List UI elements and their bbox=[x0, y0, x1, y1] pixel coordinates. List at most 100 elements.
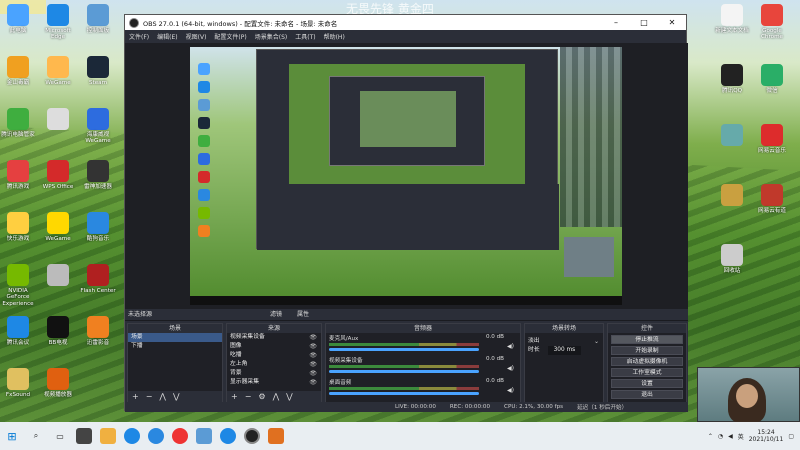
explorer-icon[interactable] bbox=[196, 428, 212, 444]
filters-button[interactable]: 滤镜 bbox=[270, 309, 282, 321]
source-item[interactable]: 图像 👁 bbox=[227, 342, 321, 351]
desktop-icon[interactable]: 视频播放器 bbox=[40, 368, 76, 398]
network-icon[interactable]: ◔ bbox=[718, 433, 723, 440]
browser-icon[interactable] bbox=[220, 428, 236, 444]
properties-button[interactable]: 属性 bbox=[297, 309, 309, 321]
source-item[interactable]: 视频采集设备 👁 bbox=[227, 333, 321, 342]
speaker-icon[interactable]: ◀) bbox=[507, 365, 514, 372]
obs-taskbar-icon[interactable] bbox=[244, 428, 260, 444]
music-icon[interactable] bbox=[172, 428, 188, 444]
desktop-icon[interactable]: 腾讯电脑管家 bbox=[0, 108, 36, 138]
menu-item[interactable]: 文件(F) bbox=[129, 32, 149, 41]
desktop-icon[interactable] bbox=[714, 124, 750, 148]
speaker-icon[interactable]: ◀) bbox=[507, 343, 514, 350]
menu-item[interactable]: 场景集合(S) bbox=[255, 32, 288, 41]
desktop-icon[interactable]: BB电视 bbox=[40, 316, 76, 346]
source-item[interactable]: 左上角 👁 bbox=[227, 360, 321, 369]
eye-icon[interactable]: 👁 bbox=[309, 351, 317, 360]
desktop-icon[interactable]: NVIDIA GeForce Experience bbox=[0, 264, 36, 307]
desktop-icon[interactable]: WeGame bbox=[40, 212, 76, 242]
desktop-icon[interactable]: 腾讯会议 bbox=[0, 316, 36, 346]
desktop-icon[interactable]: FxSound bbox=[0, 368, 36, 398]
volume-icon[interactable]: ◀ bbox=[728, 433, 733, 440]
eye-icon[interactable]: 👁 bbox=[309, 342, 317, 351]
desktop-icon[interactable]: 金山毒霸 bbox=[0, 56, 36, 86]
app-icon[interactable] bbox=[76, 428, 92, 444]
speaker-icon[interactable]: ◀) bbox=[507, 387, 514, 394]
obs-titlebar[interactable]: OBS 27.0.1 (64-bit, windows) - 配置文件: 未命名… bbox=[125, 15, 686, 30]
obs-preview[interactable] bbox=[125, 43, 688, 309]
desktop-icon[interactable]: 控制面板 bbox=[80, 4, 116, 34]
transition-select[interactable]: 淡出 ⌄ bbox=[525, 337, 603, 346]
task-view-icon[interactable]: ▭ bbox=[52, 428, 68, 444]
desktop-icon[interactable]: 网易云有道 bbox=[754, 184, 790, 214]
desktop-icon[interactable] bbox=[714, 184, 750, 208]
clock[interactable]: 15:24 2021/10/11 bbox=[749, 429, 784, 443]
control-button[interactable]: 设置 bbox=[611, 379, 683, 388]
desktop-icon[interactable]: Google Chrome bbox=[754, 4, 790, 41]
desktop-icon[interactable]: WPS Office bbox=[40, 160, 76, 190]
desktop-icon[interactable]: Steam bbox=[80, 56, 116, 86]
desktop-icon[interactable]: Microsoft Edge bbox=[40, 4, 76, 41]
input-language[interactable]: 英 bbox=[738, 432, 744, 441]
control-button[interactable]: 开始录制 bbox=[611, 346, 683, 355]
source-item[interactable]: 背景 👁 bbox=[227, 369, 321, 378]
remove-scene-button[interactable]: − bbox=[146, 392, 153, 401]
edge-icon[interactable] bbox=[124, 428, 140, 444]
desktop-icon[interactable]: 微信 bbox=[754, 64, 790, 94]
menu-item[interactable]: 帮助(H) bbox=[324, 32, 345, 41]
desktop-icon[interactable]: 网易云音乐 bbox=[754, 124, 790, 154]
scene-item[interactable]: 场景 bbox=[128, 333, 222, 342]
add-source-button[interactable]: + bbox=[231, 392, 238, 401]
desktop-icon[interactable]: 新建文本文档 bbox=[714, 4, 750, 34]
control-button[interactable]: 工作室模式 bbox=[611, 368, 683, 377]
eye-icon[interactable]: 👁 bbox=[309, 369, 317, 378]
source-settings-button[interactable]: ⚙ bbox=[258, 392, 265, 401]
add-scene-button[interactable]: + bbox=[132, 392, 139, 401]
minimize-icon[interactable]: – bbox=[602, 18, 630, 27]
chevron-up-icon[interactable]: ⌃ bbox=[708, 433, 713, 440]
source-item[interactable]: 显示器采集 👁 bbox=[227, 378, 321, 387]
close-icon[interactable]: ✕ bbox=[658, 18, 686, 27]
source-up-button[interactable]: ⋀ bbox=[273, 392, 280, 401]
desktop-icon[interactable]: 回收站 bbox=[714, 244, 750, 274]
desktop-icon[interactable]: 腾讯游戏 bbox=[0, 160, 36, 190]
volume-fader[interactable] bbox=[329, 348, 479, 351]
maximize-icon[interactable]: □ bbox=[630, 18, 658, 27]
scene-item[interactable]: 下播 bbox=[128, 342, 222, 351]
control-button[interactable]: 启动虚拟摄像机 bbox=[611, 357, 683, 366]
move-up-button[interactable]: ⋀ bbox=[159, 392, 166, 401]
desktop-icon[interactable] bbox=[40, 264, 76, 288]
desktop-icon[interactable]: 此电脑 bbox=[0, 4, 36, 34]
desktop-icon[interactable]: 迅雷影音 bbox=[80, 316, 116, 346]
player-icon[interactable] bbox=[268, 428, 284, 444]
desktop-icon[interactable]: 雷神加速器 bbox=[80, 160, 116, 190]
menu-item[interactable]: 视图(V) bbox=[186, 32, 207, 41]
kugou-icon[interactable] bbox=[148, 428, 164, 444]
volume-fader[interactable] bbox=[329, 392, 479, 395]
file-explorer-icon[interactable] bbox=[100, 428, 116, 444]
desktop-icon[interactable]: 酷狗音乐 bbox=[80, 212, 116, 242]
source-item[interactable]: 吃播 👁 bbox=[227, 351, 321, 360]
menu-item[interactable]: 编辑(E) bbox=[157, 32, 177, 41]
duration-input[interactable]: 300 ms bbox=[547, 346, 582, 355]
desktop-icon[interactable]: Flash Center bbox=[80, 264, 116, 294]
desktop-icon[interactable] bbox=[40, 108, 76, 132]
menu-item[interactable]: 配置文件(P) bbox=[214, 32, 246, 41]
desktop-icon[interactable]: 海康威视 WeGame bbox=[80, 108, 116, 145]
volume-fader[interactable] bbox=[329, 370, 479, 373]
start-icon[interactable]: ⊞ bbox=[4, 428, 20, 444]
notification-icon[interactable]: ▢ bbox=[788, 433, 794, 440]
menu-item[interactable]: 工具(T) bbox=[295, 32, 315, 41]
remove-source-button[interactable]: − bbox=[245, 392, 252, 401]
desktop-icon[interactable]: 快乐游戏 bbox=[0, 212, 36, 242]
desktop-icon[interactable]: 腾讯QQ bbox=[714, 64, 750, 94]
control-button[interactable]: 停止推流 bbox=[611, 335, 683, 344]
control-button[interactable]: 退出 bbox=[611, 390, 683, 399]
search-icon[interactable]: ⌕ bbox=[28, 428, 44, 444]
eye-icon[interactable]: 👁 bbox=[309, 333, 317, 342]
desktop-icon[interactable]: WeGame bbox=[40, 56, 76, 86]
eye-icon[interactable]: 👁 bbox=[309, 360, 317, 369]
eye-icon[interactable]: 👁 bbox=[309, 378, 317, 387]
move-down-button[interactable]: ⋁ bbox=[173, 392, 180, 401]
